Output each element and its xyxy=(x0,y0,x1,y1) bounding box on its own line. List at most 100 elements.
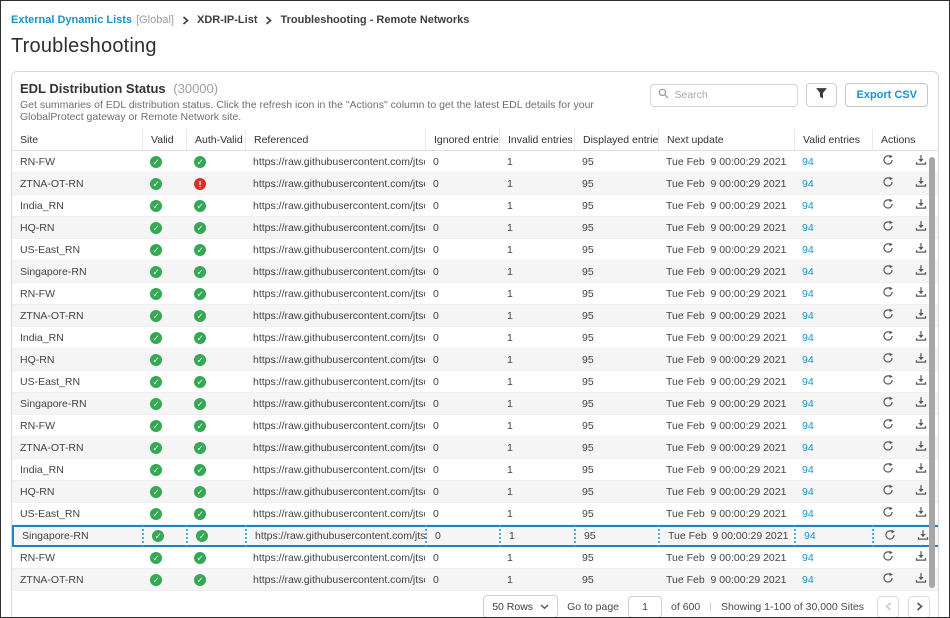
download-button[interactable] xyxy=(915,572,927,587)
valid-entries-link[interactable]: 94 xyxy=(802,398,814,410)
col-header-valid[interactable]: Valid xyxy=(142,129,186,151)
search-box[interactable] xyxy=(650,84,798,107)
valid-entries-link[interactable]: 94 xyxy=(802,442,814,454)
table-row[interactable]: ZTNA-OT-RN ✓ ✓ https://raw.githubusercon… xyxy=(12,305,939,327)
valid-entries-link[interactable]: 94 xyxy=(802,288,814,300)
download-button[interactable] xyxy=(915,396,927,411)
download-button[interactable] xyxy=(915,308,927,323)
table-row[interactable]: RN-FW ✓ ✓ https://raw.githubusercontent.… xyxy=(12,415,939,437)
refresh-button[interactable] xyxy=(882,396,894,411)
page-number-input[interactable] xyxy=(628,596,662,618)
valid-entries-link[interactable]: 94 xyxy=(802,200,814,212)
col-header-valid-entries[interactable]: Valid entries xyxy=(794,129,872,151)
download-button[interactable] xyxy=(915,154,927,169)
valid-entries-link[interactable]: 94 xyxy=(802,266,814,278)
export-csv-button[interactable]: Export CSV xyxy=(845,83,928,107)
col-header-next-update[interactable]: Next update xyxy=(658,129,794,151)
refresh-button[interactable] xyxy=(882,220,894,235)
table-row[interactable]: US-East_RN ✓ ✓ https://raw.githubusercon… xyxy=(12,371,939,393)
table-row[interactable]: Singapore-RN ✓ ✓ https://raw.githubuserc… xyxy=(12,393,939,415)
refresh-button[interactable] xyxy=(882,154,894,169)
valid-entries-link[interactable]: 94 xyxy=(802,574,814,586)
refresh-button[interactable] xyxy=(882,440,894,455)
table-row[interactable]: HQ-RN ✓ ✓ https://raw.githubusercontent.… xyxy=(12,481,939,503)
table-row[interactable]: US-East_RN ✓ ✓ https://raw.githubusercon… xyxy=(12,503,939,525)
col-header-ignored-entries[interactable]: Ignored entries xyxy=(425,129,499,151)
download-button[interactable] xyxy=(915,550,927,565)
download-button[interactable] xyxy=(915,506,927,521)
download-button[interactable] xyxy=(915,440,927,455)
download-button[interactable] xyxy=(915,242,927,257)
col-header-auth-valid[interactable]: Auth-Valid xyxy=(186,129,245,151)
filter-button[interactable] xyxy=(806,83,837,107)
table-row[interactable]: HQ-RN ✓ ✓ https://raw.githubusercontent.… xyxy=(12,217,939,239)
refresh-button[interactable] xyxy=(882,242,894,257)
download-button[interactable] xyxy=(915,374,927,389)
table-row[interactable]: ZTNA-OT-RN ✓ ✓ https://raw.githubusercon… xyxy=(12,437,939,459)
valid-entries-link[interactable]: 94 xyxy=(802,178,814,190)
valid-entries-link[interactable]: 94 xyxy=(802,156,814,168)
refresh-button[interactable] xyxy=(882,198,894,213)
previous-page-button[interactable] xyxy=(877,596,899,618)
refresh-button[interactable] xyxy=(884,529,896,544)
table-row[interactable]: Singapore-RN ✓ ✓ https://raw.githubuserc… xyxy=(12,525,939,547)
download-button[interactable] xyxy=(915,286,927,301)
table-row[interactable]: ZTNA-OT-RN ✓ ! https://raw.githubusercon… xyxy=(12,173,939,195)
download-button[interactable] xyxy=(915,462,927,477)
table-row[interactable]: India_RN ✓ ✓ https://raw.githubuserconte… xyxy=(12,459,939,481)
refresh-button[interactable] xyxy=(882,286,894,301)
download-button[interactable] xyxy=(915,264,927,279)
valid-entries-link[interactable]: 94 xyxy=(802,552,814,564)
col-header-site[interactable]: Site xyxy=(12,129,142,151)
col-header-invalid-entries[interactable]: Invalid entries xyxy=(499,129,574,151)
table-row[interactable]: US-East_RN ✓ ✓ https://raw.githubusercon… xyxy=(12,239,939,261)
valid-entries-link[interactable]: 94 xyxy=(802,464,814,476)
search-input[interactable] xyxy=(674,89,790,101)
table-row[interactable]: HQ-RN ✓ ✓ https://raw.githubusercontent.… xyxy=(12,349,939,371)
refresh-button[interactable] xyxy=(882,506,894,521)
refresh-button[interactable] xyxy=(882,418,894,433)
valid-entries-link[interactable]: 94 xyxy=(802,332,814,344)
valid-entries-link[interactable]: 94 xyxy=(802,244,814,256)
download-button[interactable] xyxy=(915,484,927,499)
table-row[interactable]: RN-FW ✓ ✓ https://raw.githubusercontent.… xyxy=(12,547,939,569)
valid-entries-link[interactable]: 94 xyxy=(802,376,814,388)
table-row[interactable]: Singapore-RN ✓ ✓ https://raw.githubuserc… xyxy=(12,261,939,283)
refresh-button[interactable] xyxy=(882,330,894,345)
valid-entries-link[interactable]: 94 xyxy=(802,310,814,322)
download-button[interactable] xyxy=(915,220,927,235)
table-row[interactable]: RN-FW ✓ ✓ https://raw.githubusercontent.… xyxy=(12,151,939,173)
col-header-referenced[interactable]: Referenced xyxy=(245,129,425,151)
breadcrumb-link-external-dynamic-lists[interactable]: External Dynamic Lists xyxy=(11,14,132,26)
refresh-button[interactable] xyxy=(882,352,894,367)
refresh-button[interactable] xyxy=(882,462,894,477)
refresh-button[interactable] xyxy=(882,550,894,565)
table-row[interactable]: ZTNA-OT-RN ✓ ✓ https://raw.githubusercon… xyxy=(12,569,939,591)
vertical-scrollbar[interactable] xyxy=(929,157,935,588)
download-button[interactable] xyxy=(915,418,927,433)
table-row[interactable]: India_RN ✓ ✓ https://raw.githubuserconte… xyxy=(12,327,939,349)
rows-per-page-dropdown[interactable]: 50 Rows xyxy=(483,595,558,618)
valid-entries-link[interactable]: 94 xyxy=(802,354,814,366)
download-button[interactable] xyxy=(915,176,927,191)
refresh-button[interactable] xyxy=(882,484,894,499)
download-button[interactable] xyxy=(915,330,927,345)
col-header-displayed-entries[interactable]: Displayed entries xyxy=(574,129,658,151)
refresh-button[interactable] xyxy=(882,264,894,279)
download-button[interactable] xyxy=(915,198,927,213)
valid-entries-link[interactable]: 94 xyxy=(802,222,814,234)
valid-entries-link[interactable]: 94 xyxy=(802,486,814,498)
refresh-button[interactable] xyxy=(882,176,894,191)
next-page-button[interactable] xyxy=(908,596,930,618)
table-row[interactable]: RN-FW ✓ ✓ https://raw.githubusercontent.… xyxy=(12,283,939,305)
valid-entries-link[interactable]: 94 xyxy=(802,420,814,432)
download-button[interactable] xyxy=(915,352,927,367)
refresh-button[interactable] xyxy=(882,374,894,389)
refresh-button[interactable] xyxy=(882,308,894,323)
refresh-button[interactable] xyxy=(882,572,894,587)
breadcrumb-item-xdr-ip-list[interactable]: XDR-IP-List xyxy=(197,14,258,26)
valid-entries-link[interactable]: 94 xyxy=(802,508,814,520)
download-button[interactable] xyxy=(917,529,929,544)
valid-entries-link[interactable]: 94 xyxy=(804,530,816,542)
table-row[interactable]: India_RN ✓ ✓ https://raw.githubuserconte… xyxy=(12,195,939,217)
